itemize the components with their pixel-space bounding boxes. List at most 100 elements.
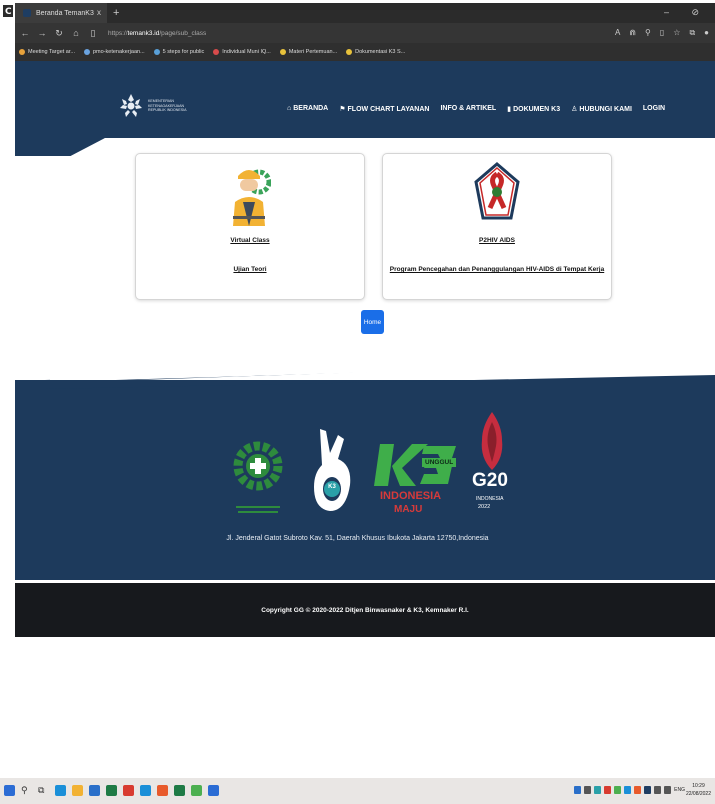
file-explorer-icon[interactable] [72, 785, 83, 796]
excel-icon[interactable] [106, 785, 117, 796]
bookmark-item[interactable]: Dokumentasi K3 S... [346, 49, 405, 55]
bookmark-label: Dokumentasi K3 S... [355, 49, 406, 55]
reload-icon[interactable]: ↻ [52, 28, 66, 39]
card-p2hiv-aids: P2HIV AIDS Program Pencegahan dan Penang… [382, 153, 612, 300]
network-icon[interactable] [654, 786, 662, 794]
document-icon: ▮ [507, 106, 512, 113]
browser-tab[interactable]: Beranda TemanK3 x [15, 3, 107, 23]
g20-sub-indonesia: INDONESIA [476, 496, 504, 502]
bookmark-icon [279, 49, 286, 55]
k3-ok-hand-logo-icon [314, 429, 351, 511]
task-view-icon[interactable]: ⧉ [38, 785, 49, 796]
k3-unggul-logo: UNGGUL INDONESIA MAJU [372, 438, 462, 524]
home-icon[interactable]: ⌂ [69, 28, 83, 38]
bookmark-label: Individual Muni IQ... [222, 49, 271, 55]
clock-date: 22/08/2022 [685, 791, 711, 797]
address-bar: ← → ↻ ⌂ ▯ https://temank3.id/page/sub_cl… [15, 23, 715, 43]
bookmark-item[interactable]: pmo-ketenakerjaan... [83, 49, 145, 55]
nav-dokumen-k3[interactable]: ▮ DOKUMEN K3 [507, 105, 560, 113]
worker-gear-icon [233, 169, 271, 226]
copyright-text: Copyright GG © 2020-2022 Ditjen Binwasna… [261, 606, 469, 614]
home-button[interactable]: Home [361, 310, 384, 334]
bookmark-label: Meeting Target ar... [28, 49, 75, 55]
chrome-icon[interactable] [191, 785, 202, 796]
tray-app-icon[interactable] [624, 786, 632, 794]
firefox-icon[interactable] [157, 785, 168, 796]
home-icon: ⌂ [287, 105, 292, 112]
tray-app-icon[interactable] [644, 786, 652, 794]
left-edge [0, 0, 15, 804]
url-field[interactable]: https://temank3.id/page/sub_class [108, 30, 206, 37]
bookmark-label: 5 steps for public [162, 49, 205, 55]
bookmark-icon [153, 49, 160, 55]
copyright-bar: Copyright GG © 2020-2022 Ditjen Binwasna… [15, 583, 715, 637]
tray-app-icon[interactable] [614, 786, 622, 794]
browser-tab-bar: Beranda TemanK3 x + – ⊘ [15, 3, 715, 23]
clock-time: 10:29 [692, 783, 705, 789]
tray-app-icon[interactable] [584, 786, 592, 794]
forward-icon[interactable]: → [35, 28, 49, 38]
nav-beranda[interactable]: ⌂ BERANDA [287, 105, 328, 113]
footer-edge [15, 375, 715, 389]
start-icon[interactable] [4, 785, 15, 796]
extension-icon[interactable]: ⚲ [645, 28, 651, 38]
word-icon[interactable] [89, 785, 100, 796]
app-icon[interactable] [140, 785, 151, 796]
new-tab-button[interactable]: + [113, 7, 119, 19]
nav-hubungi-kami[interactable]: ♙ HUBUNGI KAMI [571, 105, 632, 113]
nav-label: FLOW CHART LAYANAN [347, 106, 430, 113]
read-aloud-icon[interactable]: A [615, 28, 620, 38]
indonesia-label: INDONESIA [380, 490, 442, 502]
k3-gear-logo-icon [233, 441, 283, 513]
bookmark-item[interactable]: Meeting Target ar... [19, 49, 75, 55]
p2hiv-aids-link[interactable]: P2HIV AIDS [383, 237, 611, 244]
bookmark-item[interactable]: Materi Pertemuan... [279, 49, 338, 55]
nav-label: HUBUNGI KAMI [579, 106, 632, 113]
g20-gunungan-icon [481, 412, 503, 470]
nav-info-artikel[interactable]: INFO & ARTIKEL [440, 105, 496, 113]
kemnaker-logo-icon [120, 94, 142, 117]
unggul-badge: UNGGUL [422, 458, 457, 467]
collections-icon[interactable]: ⧉ [689, 28, 695, 38]
bookmark-item[interactable]: Individual Muni IQ... [213, 49, 271, 55]
bookmark-label: Materi Pertemuan... [288, 49, 338, 55]
tray-app-icon[interactable] [634, 786, 642, 794]
bookmark-icon [83, 49, 90, 55]
nav-label: INFO & ARTIKEL [440, 105, 497, 112]
bookmark-icon [213, 49, 220, 55]
spreadsheet-icon[interactable] [174, 785, 185, 796]
window-controls[interactable]: – ⊘ [664, 7, 709, 18]
svg-text:C: C [5, 7, 12, 17]
acrobat-icon[interactable] [123, 785, 134, 796]
bookmark-item[interactable]: 5 steps for public [153, 49, 205, 55]
bookmark-label: pmo-ketenakerjaan... [92, 49, 145, 55]
ujian-teori-link[interactable]: Ujian Teori [136, 266, 364, 273]
profile-icon[interactable]: ● [704, 28, 709, 38]
bookmark-icon [19, 49, 25, 55]
virtual-class-link[interactable]: Virtual Class [136, 237, 364, 244]
tab-title: Beranda TemanK3 [36, 9, 94, 17]
tracking-icon[interactable]: ⋒ [629, 28, 636, 38]
tray-app-icon[interactable] [594, 786, 602, 794]
site-logo[interactable]: KEMENTERIAN KETENAGAKERJAAN REPUBLIK IND… [118, 92, 196, 120]
tray-app-icon[interactable] [604, 786, 612, 794]
back-icon[interactable]: ← [18, 28, 32, 38]
toolbar-icons: A ⋒ ⚲ ▯ ☆ ⧉ ● [615, 28, 709, 38]
split-icon[interactable]: ▯ [660, 28, 664, 38]
clock[interactable]: 10:29 22/08/2022 [686, 782, 711, 798]
maju-label: MAJU [394, 504, 423, 515]
page-info-icon[interactable]: ▯ [86, 28, 100, 39]
site-footer [15, 380, 715, 580]
volume-icon[interactable] [664, 786, 672, 794]
search-icon[interactable]: ⚲ [21, 785, 32, 796]
nav-flow-chart[interactable]: ⚑ FLOW CHART LAYANAN [339, 105, 429, 113]
favorite-icon[interactable]: ☆ [673, 28, 680, 38]
tray-app-icon[interactable] [574, 786, 582, 794]
card-virtual-class: Virtual Class Ujian Teori [135, 153, 365, 300]
program-hiv-link[interactable]: Program Pencegahan dan Penanggulangan HI… [383, 266, 611, 273]
edge-icon[interactable] [55, 785, 66, 796]
photos-icon[interactable] [208, 785, 219, 796]
language-indicator[interactable]: ENG [674, 786, 685, 794]
nav-login[interactable]: LOGIN [643, 105, 665, 113]
tab-close-icon[interactable]: x [97, 8, 101, 17]
